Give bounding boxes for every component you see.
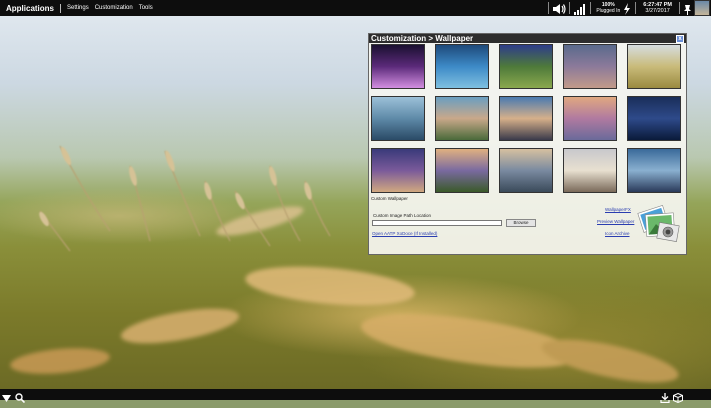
thumb-palm-beach[interactable] <box>435 96 489 141</box>
preview-wallpaper-link[interactable]: Preview Wallpaper <box>597 219 634 224</box>
notifications-icon[interactable] <box>683 2 692 15</box>
thumb-coastal-city[interactable] <box>627 148 681 193</box>
thumb-nebula[interactable] <box>371 44 425 89</box>
battery-state: Plugged In <box>596 8 621 14</box>
battery-status: 100% Plugged In <box>596 2 620 14</box>
menu-customization[interactable]: Customization <box>95 5 133 11</box>
signal-strength-icon <box>573 2 587 15</box>
thumb-coast-sunset[interactable] <box>499 96 553 141</box>
package-icon[interactable] <box>673 390 683 408</box>
custom-path-input[interactable] <box>372 220 502 226</box>
menu-separator <box>60 3 62 13</box>
thumb-sunset-field[interactable] <box>435 148 489 193</box>
thumb-blue-stones[interactable] <box>435 44 489 89</box>
clock-date: 3/27/2017 <box>645 8 670 14</box>
search-icon[interactable] <box>15 390 26 408</box>
thumb-lake-pier[interactable] <box>371 96 425 141</box>
custom-path-label: Custom Image Path Location <box>373 213 432 218</box>
window-title: Customization > Wallpaper <box>371 34 474 43</box>
system-tray: 100% Plugged In 6:27:47 PM 3/27/2017 <box>545 0 711 16</box>
thumb-puppy[interactable] <box>563 148 617 193</box>
bottom-bar <box>0 389 711 404</box>
thumb-mountain-valley[interactable] <box>499 148 553 193</box>
thumb-blueberries[interactable] <box>499 44 553 89</box>
thumb-city-skyline[interactable] <box>563 44 617 89</box>
wallpaper-stack-icon <box>632 202 682 246</box>
browse-button[interactable]: Browse <box>506 219 536 227</box>
user-avatar[interactable] <box>694 0 710 16</box>
custom-wallpaper-label: Custom Wallpaper <box>371 196 408 201</box>
top-bar: Applications Settings Customization Tool… <box>0 0 711 16</box>
close-button[interactable]: x <box>676 35 684 43</box>
volume-icon[interactable] <box>552 2 566 14</box>
icon-archive-link[interactable]: Icon Archive <box>605 231 630 236</box>
clock[interactable]: 6:27:47 PM 3/27/2017 <box>643 2 672 15</box>
thumb-wheat-field[interactable] <box>627 44 681 89</box>
applications-menu[interactable]: Applications <box>6 4 54 13</box>
thumb-wind-turbine[interactable] <box>371 148 425 193</box>
menu-settings[interactable]: Settings <box>67 5 89 11</box>
open-aatp-link[interactable]: Open AATP XoDoce (If Installed) <box>372 231 437 236</box>
customization-window: Customization > Wallpaper x Custom Wallp… <box>368 33 687 255</box>
wallpaperfx-link[interactable]: WallpaperFX <box>605 207 631 212</box>
thumb-blue-hills[interactable] <box>627 96 681 141</box>
menu-tools[interactable]: Tools <box>139 5 153 11</box>
window-titlebar[interactable]: Customization > Wallpaper x <box>369 34 686 43</box>
download-icon[interactable] <box>660 390 670 408</box>
start-menu-triangle-icon[interactable] <box>2 390 11 408</box>
thumb-mountain-dusk[interactable] <box>563 96 617 141</box>
battery-plug-icon <box>622 2 632 15</box>
